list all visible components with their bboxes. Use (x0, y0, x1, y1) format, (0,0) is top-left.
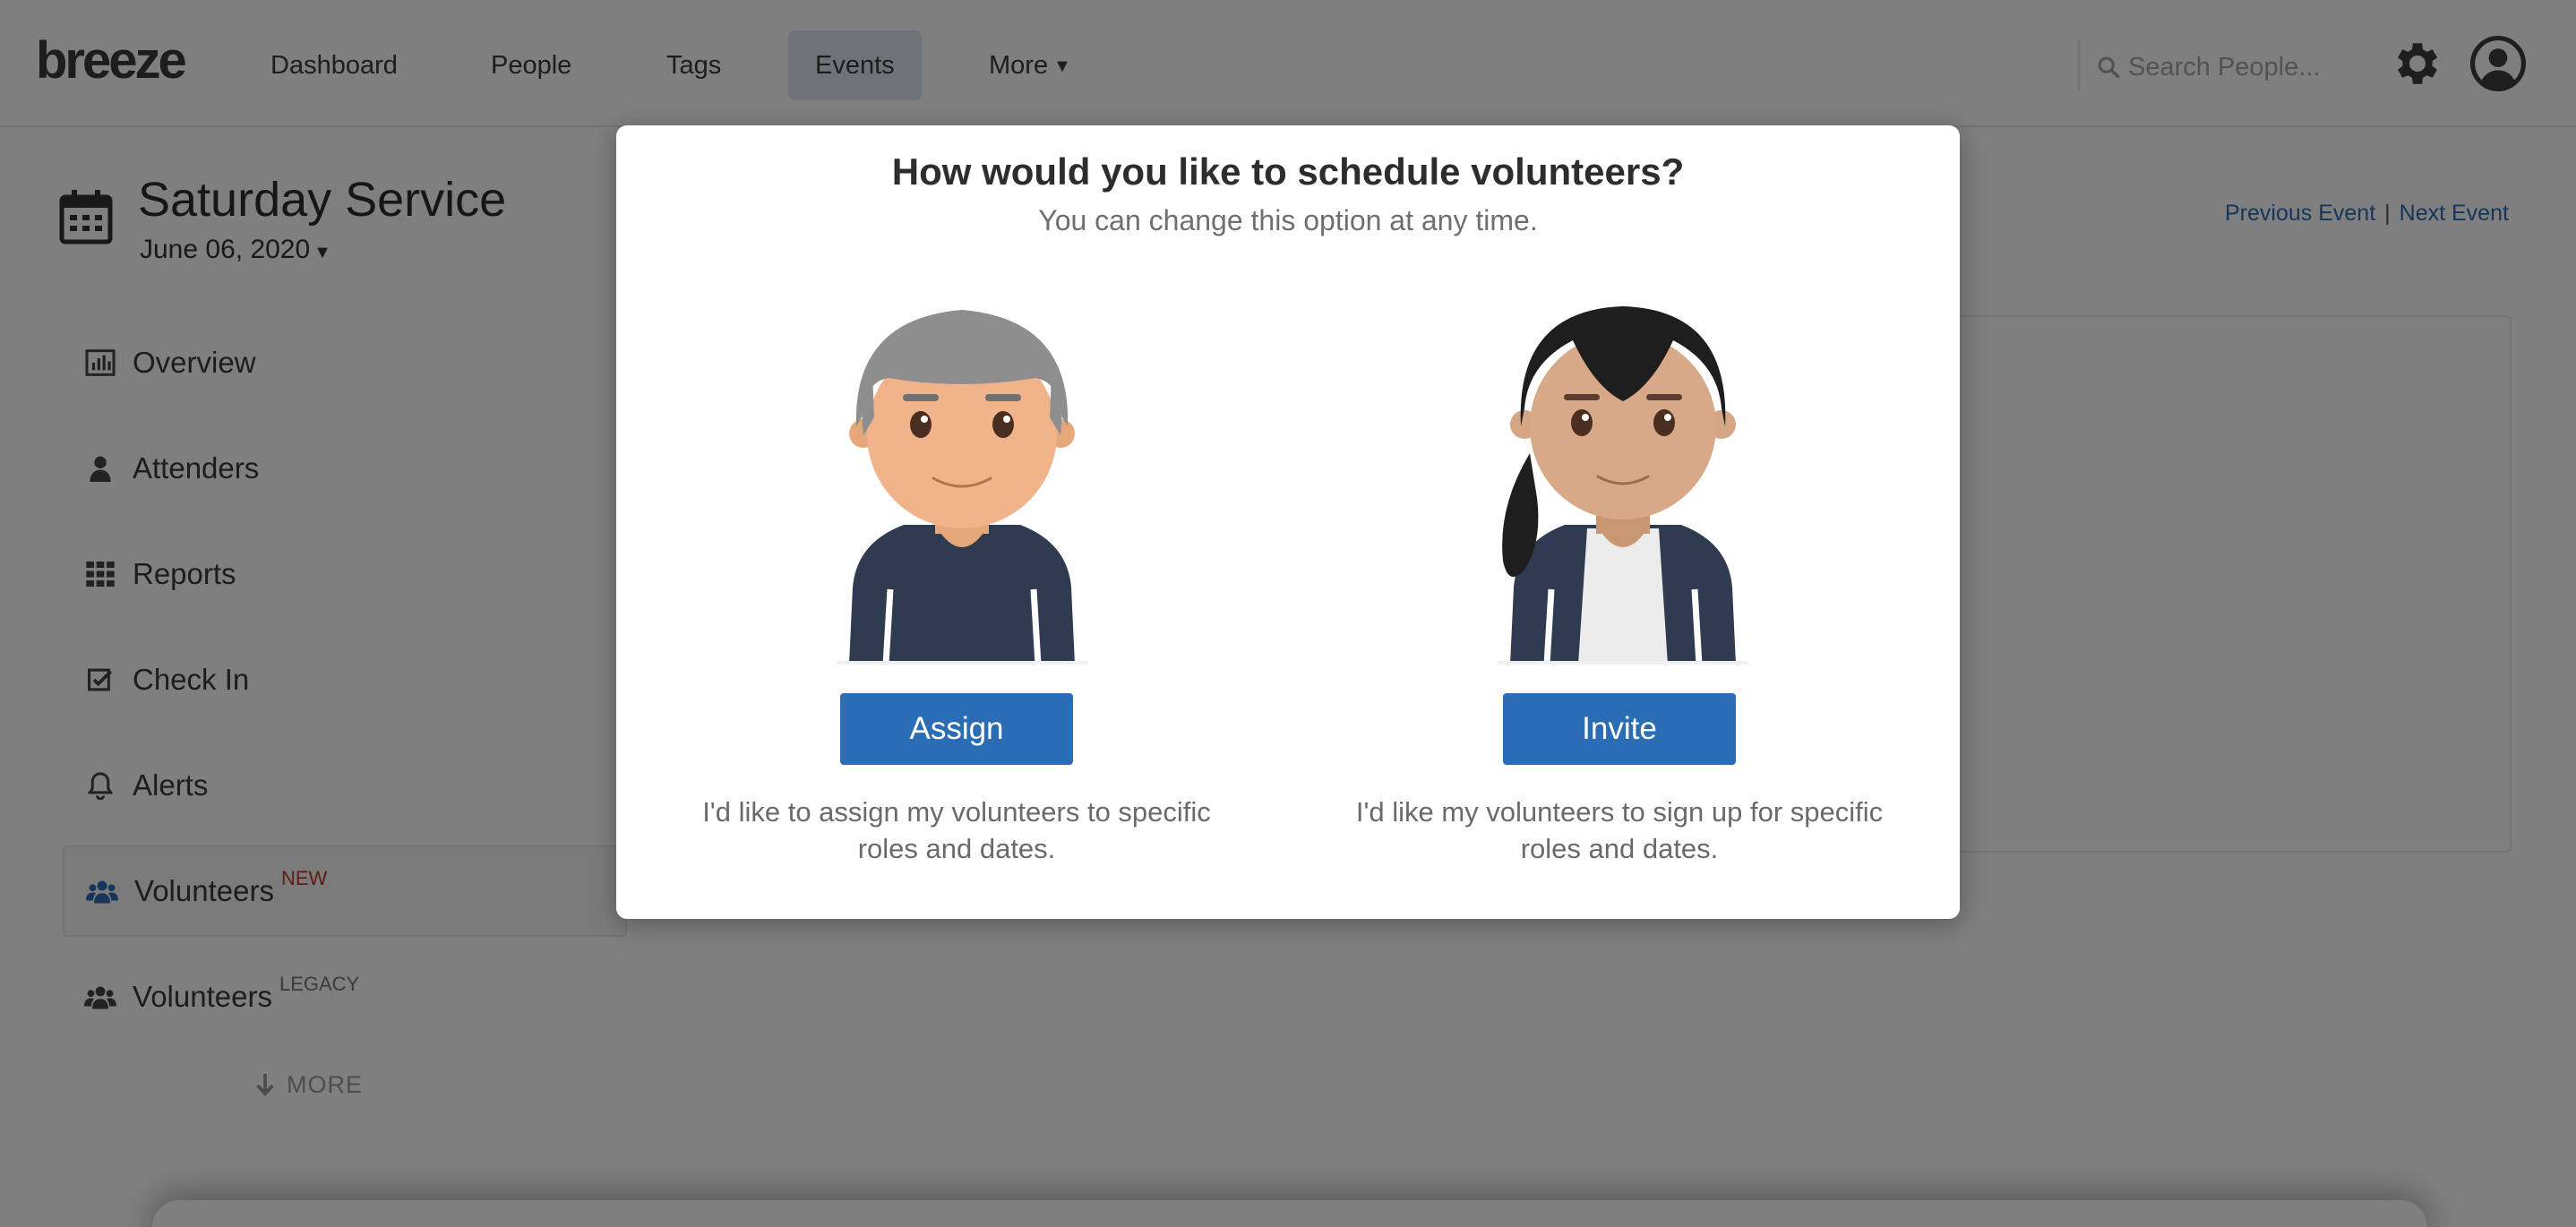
invite-button[interactable]: Invite (1503, 693, 1736, 765)
invite-description: I'd like my volunteers to sign up for sp… (1355, 796, 1884, 864)
woman-illustration (1498, 306, 1748, 665)
assign-description: I'd like to assign my volunteers to spec… (702, 796, 1211, 864)
man-illustration (837, 310, 1087, 665)
page: breeze Dashboard People Tags Events More… (0, 0, 2576, 1227)
assign-button[interactable]: Assign (840, 693, 1073, 765)
schedule-volunteers-modal: How would you like to schedule volunteer… (616, 125, 1960, 919)
modal-title: How would you like to schedule volunteer… (891, 150, 1685, 193)
modal-subtitle: You can change this option at any time. (1038, 204, 1538, 236)
